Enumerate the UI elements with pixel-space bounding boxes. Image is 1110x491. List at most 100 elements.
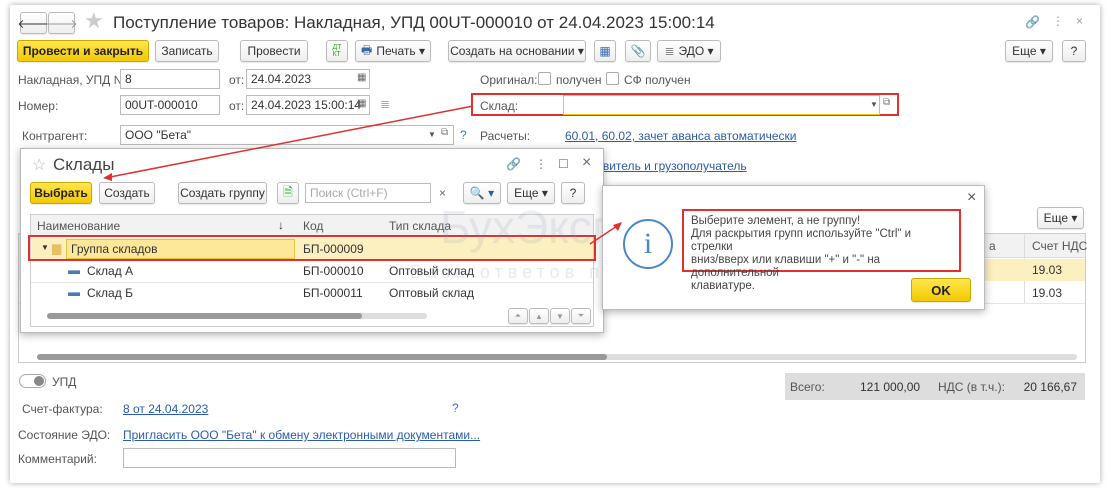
ok-button[interactable]: OK (911, 278, 971, 302)
close-icon[interactable]: × (1076, 14, 1083, 28)
edo-status-label: Состояние ЭДО: (18, 428, 111, 442)
first-page-icon[interactable]: ⏶ (508, 308, 528, 324)
edo-button[interactable]: ≣ ЭДО ▾ (657, 40, 721, 62)
help-button[interactable]: ? (561, 182, 585, 204)
row-divider (31, 282, 593, 283)
print-label: Печать (376, 44, 416, 58)
total-value: 121 000,00 (860, 380, 921, 394)
warehouse-dropdown-icon[interactable]: ▼ (870, 100, 878, 109)
comment-input[interactable] (123, 448, 456, 468)
more-label: Еще (514, 186, 539, 200)
open-icon[interactable]: ⧉ (883, 97, 890, 108)
received-checkbox[interactable] (538, 72, 551, 85)
up-icon[interactable]: ▲ (529, 308, 549, 324)
column-header-code[interactable]: Код (303, 219, 323, 233)
group-row-highlight (28, 235, 596, 261)
sort-down-icon: ↓ (278, 218, 284, 232)
totals-panel: Всего: 121 000,00 НДС (в т.ч.): 20 166,6… (785, 373, 1085, 400)
sf-received-checkbox[interactable] (606, 72, 619, 85)
scrollbar-thumb[interactable] (47, 313, 362, 319)
more-label: Еще (1012, 44, 1037, 58)
edo-label: ЭДО (678, 44, 705, 58)
print-button[interactable]: 🖶 Печать ▾ (355, 40, 431, 62)
post-and-close-button[interactable]: Провести и закрыть (17, 40, 149, 62)
horizontal-scrollbar[interactable] (37, 354, 1077, 360)
vat-account-cell: 19.03 (1032, 286, 1063, 300)
create-button[interactable]: Создать (99, 182, 155, 204)
number-input[interactable]: 00UT-000010 (120, 95, 220, 115)
warehouse-input[interactable] (563, 95, 880, 115)
vat-label: НДС (в т.ч.): (938, 380, 1005, 394)
item-icon: ▬ (68, 263, 80, 277)
dt-kt-icon[interactable]: ДТ КТ (326, 40, 348, 62)
invoice-date-input[interactable]: 24.04.2023 (246, 69, 370, 89)
from-label: от: (229, 73, 245, 87)
horizontal-scrollbar[interactable] (47, 313, 427, 319)
table-more-label: Еще (1043, 211, 1069, 225)
row-type: Оптовый склад (389, 264, 474, 278)
column-header-vat-account: Счет НДС (1032, 239, 1088, 253)
open-icon[interactable]: ⧉ (441, 127, 448, 138)
down-icon[interactable]: ▼ (550, 308, 570, 324)
counterparty-dropdown-icon[interactable]: ▼ (428, 130, 436, 139)
sf-received-label: СФ получен (624, 73, 691, 87)
calendar-icon[interactable]: ▦ (357, 98, 366, 109)
message-line: вниз/вверх или клавиши "+" и "-" на допо… (691, 254, 881, 279)
number-date-input[interactable]: 24.04.2023 15:00:14 (246, 95, 370, 115)
favorite-star-icon[interactable]: ☆ (32, 155, 46, 175)
search-icon: 🔍 (469, 186, 485, 200)
upd-toggle[interactable] (19, 374, 46, 388)
column-header-partial: а (989, 239, 996, 253)
structure-icon[interactable]: ▦ (594, 40, 616, 62)
create-based-button[interactable]: Создать на основании ▾ (448, 40, 586, 62)
row-type: Оптовый склад (389, 286, 474, 300)
counterparty-input[interactable]: ООО "Бета" (120, 125, 454, 145)
column-header-type[interactable]: Тип склада (389, 219, 451, 233)
more-button[interactable]: Еще ▾ (1005, 40, 1053, 62)
info-icon: i (623, 219, 673, 269)
forward-button[interactable]: 🡒 (45, 12, 78, 34)
scrollbar-thumb[interactable] (37, 354, 607, 360)
window-title: Поступление товаров: Накладная, УПД 00UT… (113, 13, 715, 32)
create-group-button[interactable]: Создать группу (178, 182, 267, 204)
vat-account-cell: 19.03 (1032, 263, 1063, 277)
favorite-star-icon[interactable]: ★ (84, 8, 104, 34)
row-code: БП-000010 (303, 264, 364, 278)
maximize-icon[interactable]: ☐ (558, 157, 569, 171)
list-icon[interactable]: ≣ (380, 97, 390, 111)
edo-invite-link[interactable]: Пригласить ООО "Бета" к обмену электронн… (123, 428, 480, 442)
select-button[interactable]: Выбрать (30, 182, 92, 204)
save-button[interactable]: Записать (155, 40, 219, 62)
column-header-name[interactable]: Наименование (37, 219, 120, 233)
menu-icon[interactable]: ⋮ (1052, 14, 1064, 28)
link-icon[interactable]: 🔗 (506, 157, 521, 171)
search-input[interactable]: Поиск (Ctrl+F) (305, 183, 431, 203)
vat-value: 20 166,67 (1023, 380, 1077, 394)
more-button[interactable]: Еще ▾ (507, 182, 555, 204)
add-copy-icon[interactable]: 🗎 (277, 182, 299, 204)
search-button[interactable]: 🔍 ▾ (463, 182, 501, 204)
menu-icon[interactable]: ⋮ (535, 157, 547, 171)
calendar-icon[interactable]: ▦ (357, 72, 366, 83)
clear-search-icon[interactable]: × (439, 186, 446, 200)
help-icon[interactable]: ? (452, 401, 459, 415)
shipper-link[interactable]: правитель и грузополучатель (583, 159, 747, 173)
last-page-icon[interactable]: ⏷ (571, 308, 591, 324)
invoice-number-label: Накладная, УПД №: (18, 73, 130, 87)
settlements-link[interactable]: 60.01, 60.02, зачет аванса автоматически (565, 129, 796, 143)
close-icon[interactable]: × (967, 189, 976, 207)
close-icon[interactable]: × (582, 154, 591, 172)
back-button[interactable]: 🡐 (17, 12, 50, 34)
row-code: БП-000011 (303, 286, 363, 300)
invoice-number-input[interactable]: 8 (120, 69, 220, 89)
link-icon[interactable]: 🔗 (1025, 15, 1040, 29)
invoice-link[interactable]: 8 от 24.04.2023 (123, 402, 208, 416)
row-name[interactable]: Склад А (87, 264, 133, 278)
post-button[interactable]: Провести (240, 40, 308, 62)
table-more-button[interactable]: Еще ▾ (1037, 207, 1084, 229)
help-icon[interactable]: ? (460, 128, 467, 142)
message-text: Выберите элемент, а не группу! Для раскр… (682, 209, 961, 292)
row-name[interactable]: Склад Б (87, 286, 133, 300)
help-button[interactable]: ? (1062, 40, 1086, 62)
attachment-icon[interactable]: 📎 (625, 40, 651, 62)
